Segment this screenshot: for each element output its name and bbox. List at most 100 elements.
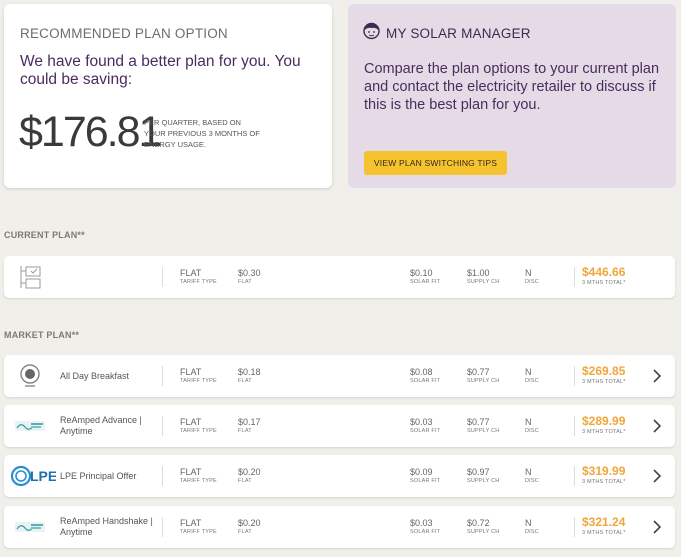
tariff-type-label: TARIFF TYPE <box>180 279 217 285</box>
plan-name: ReAmped Advance | Anytime <box>60 415 142 436</box>
supply-charge-value: $0.72 <box>467 518 490 528</box>
supply-charge-value: $0.77 <box>467 367 490 377</box>
discount-label: DISC <box>525 529 539 535</box>
tariff-value: FLAT <box>180 467 202 477</box>
supply-charge-value: $0.97 <box>467 467 490 477</box>
recommended-plan-header: RECOMMENDED PLAN OPTION <box>20 26 228 41</box>
face-icon <box>363 22 380 40</box>
discount-value: N <box>525 367 532 377</box>
solar-fit-value: $0.03 <box>410 417 433 427</box>
divider <box>162 517 163 537</box>
rate-label: FLAT <box>238 428 252 434</box>
total-label: 3 MTHS TOTAL* <box>582 379 626 385</box>
tariff-type-label: TARIFF TYPE <box>180 378 217 384</box>
solar-fit-label: SOLAR FIT <box>410 529 441 535</box>
view-plan-switching-tips-button[interactable]: VIEW PLAN SWITCHING TIPS <box>364 151 507 175</box>
divider <box>162 366 163 386</box>
divider <box>574 267 575 287</box>
divider <box>574 366 575 386</box>
solar-manager-header: MY SOLAR MANAGER <box>386 26 531 41</box>
discount-label: DISC <box>525 428 539 434</box>
discount-label: DISC <box>525 279 539 285</box>
retailer-logo: LPE <box>10 461 56 491</box>
rate-label: FLAT <box>238 478 252 484</box>
total-value: $321.24 <box>582 515 626 529</box>
supply-charge-label: SUPPLY CH <box>467 529 500 535</box>
supply-charge-label: SUPPLY CH <box>467 478 500 484</box>
market-plan-row[interactable]: LPE LPE Principal Offer FLAT TARIFF TYPE … <box>4 455 675 497</box>
savings-note: PER QUARTER, BASED ON YOUR PREVIOUS 3 MO… <box>144 118 260 149</box>
retailer-logo <box>10 361 50 391</box>
tariff-type-label: TARIFF TYPE <box>180 428 217 434</box>
solar-fit-label: SOLAR FIT <box>410 428 441 434</box>
tariff-type-label: TARIFF TYPE <box>180 478 217 484</box>
market-plan-row[interactable]: ReAmped Handshake | Anytime FLAT TARIFF T… <box>4 506 675 548</box>
solar-fit-value: $0.10 <box>410 268 433 278</box>
solar-fit-label: SOLAR FIT <box>410 378 441 384</box>
rate-value: $0.30 <box>238 268 261 278</box>
supply-charge-label: SUPPLY CH <box>467 279 500 285</box>
divider <box>574 416 575 436</box>
plan-name <box>60 256 160 298</box>
retailer-logo <box>10 512 50 542</box>
total-label: 3 MTHS TOTAL* <box>582 530 626 536</box>
chevron-right-icon[interactable] <box>652 519 662 535</box>
plan-name: LPE Principal Offer <box>60 470 137 481</box>
divider <box>574 466 575 486</box>
current-plan-row: FLAT TARIFF TYPE $0.30 FLAT $0.10 SOLAR … <box>4 256 675 298</box>
tariff-value: FLAT <box>180 268 202 278</box>
market-plan-row[interactable]: All Day Breakfast FLAT TARIFF TYPE $0.18 F… <box>4 355 675 397</box>
total-value: $269.85 <box>582 364 626 378</box>
discount-value: N <box>525 518 532 528</box>
total-value: $319.99 <box>582 464 626 478</box>
solar-fit-value: $0.08 <box>410 367 433 377</box>
divider <box>574 517 575 537</box>
savings-amount: $176.81 <box>19 108 162 156</box>
rate-label: FLAT <box>238 529 252 535</box>
chevron-right-icon[interactable] <box>652 418 662 434</box>
divider <box>162 267 163 287</box>
market-plan-label: MARKET PLAN** <box>4 330 80 340</box>
discount-value: N <box>525 417 532 427</box>
recommended-plan-message: We have found a better plan for you. You… <box>20 53 301 88</box>
retailer-logo <box>10 411 50 441</box>
tariff-value: FLAT <box>180 417 202 427</box>
market-plan-row[interactable]: ReAmped Advance | Anytime FLAT TARIFF TYP… <box>4 405 675 447</box>
tariff-type-label: TARIFF TYPE <box>180 529 217 535</box>
solar-manager-card: MY SOLAR MANAGER Compare the plan option… <box>348 4 676 188</box>
chevron-right-icon[interactable] <box>652 468 662 484</box>
total-value: $446.66 <box>582 265 626 279</box>
plan-document-icon <box>10 262 50 292</box>
solar-manager-message: Compare the plan options to your current… <box>364 61 660 113</box>
rate-value: $0.20 <box>238 518 261 528</box>
supply-charge-value: $0.77 <box>467 417 490 427</box>
tariff-value: FLAT <box>180 367 202 377</box>
supply-charge-label: SUPPLY CH <box>467 428 500 434</box>
solar-fit-label: SOLAR FIT <box>410 279 441 285</box>
rate-value: $0.20 <box>238 467 261 477</box>
rate-label: FLAT <box>238 378 252 384</box>
tariff-value: FLAT <box>180 518 202 528</box>
discount-label: DISC <box>525 378 539 384</box>
divider <box>162 416 163 436</box>
lpe-logo-text: LPE <box>30 468 56 484</box>
solar-fit-label: SOLAR FIT <box>410 478 441 484</box>
total-label: 3 MTHS TOTAL* <box>582 429 626 435</box>
discount-value: N <box>525 268 532 278</box>
divider <box>162 466 163 486</box>
current-plan-label: CURRENT PLAN** <box>4 230 85 240</box>
total-label: 3 MTHS TOTAL* <box>582 479 626 485</box>
rate-value: $0.18 <box>238 367 261 377</box>
plan-name: ReAmped Handshake | Anytime <box>60 516 153 537</box>
recommended-plan-card: RECOMMENDED PLAN OPTION We have found a … <box>4 4 332 188</box>
chevron-right-icon[interactable] <box>652 368 662 384</box>
plan-name: All Day Breakfast <box>60 370 130 381</box>
supply-charge-label: SUPPLY CH <box>467 378 500 384</box>
solar-fit-value: $0.03 <box>410 518 433 528</box>
total-label: 3 MTHS TOTAL* <box>582 280 626 286</box>
total-value: $289.99 <box>582 414 626 428</box>
solar-fit-value: $0.09 <box>410 467 433 477</box>
supply-charge-value: $1.00 <box>467 268 490 278</box>
discount-value: N <box>525 467 532 477</box>
rate-value: $0.17 <box>238 417 261 427</box>
